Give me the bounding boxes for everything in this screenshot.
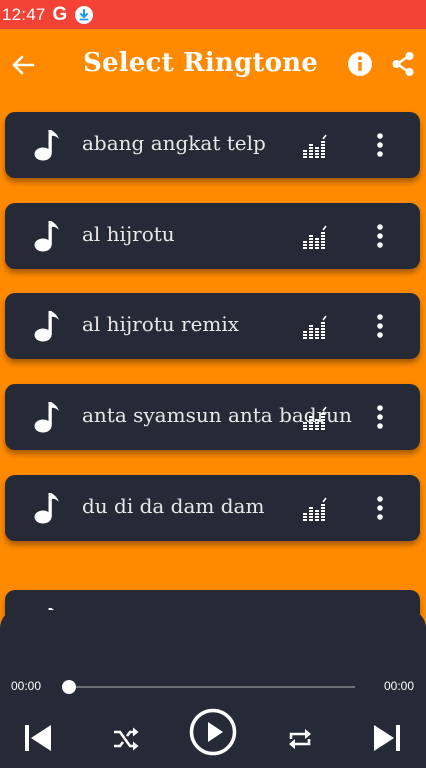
more-vert-icon[interactable] <box>373 495 387 521</box>
music-note-icon <box>33 128 63 162</box>
share-icon[interactable] <box>391 51 415 77</box>
list-item[interactable]: abang angkat telp <box>5 112 420 178</box>
list-item[interactable]: anta syamsun anta badrun <box>5 384 420 450</box>
ringtone-name: abang angkat telp <box>82 131 266 155</box>
music-note-icon <box>33 400 63 434</box>
equalizer-icon[interactable] <box>302 406 328 430</box>
google-icon: G <box>52 3 68 25</box>
shuffle-icon[interactable] <box>112 726 140 752</box>
skip-next-icon[interactable] <box>372 723 402 753</box>
player-panel: 00:00 00:00 <box>0 610 426 768</box>
list-item[interactable]: al hijrotu <box>5 203 420 269</box>
app-bar: Select Ringtone <box>0 29 426 103</box>
more-vert-icon[interactable] <box>373 313 387 339</box>
more-vert-icon[interactable] <box>373 132 387 158</box>
ringtone-name: al hijrotu remix <box>82 312 240 336</box>
equalizer-icon[interactable] <box>302 497 328 521</box>
equalizer-icon[interactable] <box>302 315 328 339</box>
repeat-icon[interactable] <box>286 726 314 752</box>
arrow-back-icon[interactable] <box>9 51 37 79</box>
ringtone-name: du di da dam dam <box>82 494 265 518</box>
music-note-icon <box>33 219 63 253</box>
status-time: 12:47 <box>2 4 46 24</box>
play-icon[interactable] <box>189 708 237 756</box>
more-vert-icon[interactable] <box>373 223 387 249</box>
equalizer-icon[interactable] <box>302 225 328 249</box>
skip-previous-icon[interactable] <box>23 723 53 753</box>
music-note-icon <box>33 309 63 343</box>
page-title: Select Ringtone <box>83 48 318 78</box>
current-time: 00:00 <box>11 679 42 693</box>
ringtone-name: al hijrotu <box>82 222 175 246</box>
status-bar: 12:47 G <box>0 0 426 29</box>
seek-thumb[interactable] <box>62 680 76 694</box>
download-icon <box>75 5 94 24</box>
info-icon[interactable] <box>347 51 373 77</box>
equalizer-icon[interactable] <box>302 134 328 158</box>
list-item[interactable]: du di da dam dam <box>5 475 420 541</box>
list-item[interactable]: al hijrotu remix <box>5 293 420 359</box>
seek-bar[interactable] <box>68 686 355 688</box>
app-screen: 12:47 G Select Ringtone abang angkat tel… <box>0 0 426 768</box>
more-vert-icon[interactable] <box>373 404 387 430</box>
total-time: 00:00 <box>384 679 415 693</box>
music-note-icon <box>33 491 63 525</box>
